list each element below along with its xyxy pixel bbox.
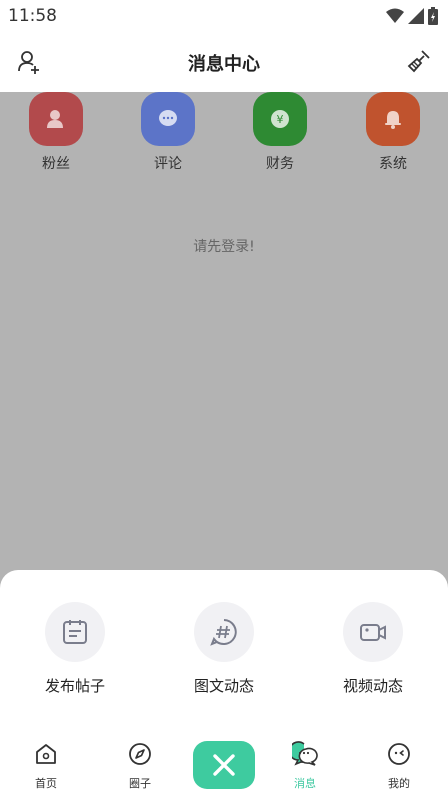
- action-circle: [194, 602, 254, 662]
- hashtag-icon: [210, 619, 237, 646]
- action-label: 视频动态: [342, 677, 403, 695]
- finance-icon: ¥: [271, 110, 289, 128]
- action-image-text[interactable]: 图文动态: [169, 602, 279, 696]
- category-label: 系统: [379, 156, 407, 172]
- category-label: 财务: [266, 156, 294, 172]
- fans-icon: [47, 110, 63, 128]
- battery-icon: [428, 7, 438, 25]
- action-video[interactable]: 视频动态: [318, 602, 428, 696]
- system-badge: [366, 92, 420, 146]
- category-label: 粉丝: [42, 156, 70, 172]
- status-time: 11:58: [8, 6, 57, 26]
- close-icon: [213, 754, 235, 776]
- category-system[interactable]: 系统: [353, 92, 433, 173]
- post-icon: [63, 620, 87, 644]
- category-finance[interactable]: ¥ 财务: [240, 92, 320, 173]
- tab-profile[interactable]: 我的: [369, 741, 429, 791]
- center-close-button[interactable]: [193, 741, 255, 789]
- profile-icon: [388, 743, 410, 765]
- message-icon: [288, 741, 318, 766]
- action-circle: [343, 602, 403, 662]
- home-icon: [36, 744, 56, 764]
- compass-icon: [129, 743, 151, 765]
- tab-messages[interactable]: 消息: [275, 741, 335, 791]
- tab-label: 圈子: [129, 777, 151, 790]
- status-bar: 11:58: [0, 0, 448, 34]
- tab-label: 消息: [294, 777, 316, 790]
- action-label: 图文动态: [193, 677, 254, 695]
- comment-badge: [141, 92, 195, 146]
- tab-home[interactable]: 首页: [16, 741, 76, 791]
- action-circle: [45, 602, 105, 662]
- svg-text:¥: ¥: [277, 113, 284, 126]
- tab-circle[interactable]: 圈子: [110, 741, 170, 791]
- login-hint: 请先登录!: [193, 239, 255, 255]
- finance-badge: ¥: [253, 92, 307, 146]
- bell-icon: [385, 111, 401, 129]
- clear-button[interactable]: [406, 48, 432, 74]
- category-fans[interactable]: 粉丝: [16, 92, 96, 173]
- tab-label: 首页: [35, 777, 57, 790]
- comment-icon: [159, 110, 177, 126]
- action-label: 发布帖子: [44, 677, 105, 695]
- category-comment[interactable]: 评论: [128, 92, 208, 173]
- signal-icon: [408, 8, 424, 24]
- broom-icon: [407, 50, 430, 73]
- status-icons: [386, 7, 438, 25]
- bottom-tab-bar: 首页 圈子 消息 我的: [0, 735, 448, 796]
- video-icon: [360, 624, 386, 641]
- category-label: 评论: [154, 156, 182, 172]
- app-header: 消息中心: [0, 34, 448, 92]
- fans-badge: [29, 92, 83, 146]
- page-title: 消息中心: [188, 54, 260, 75]
- tab-label: 我的: [388, 777, 410, 790]
- wifi-icon: [386, 8, 404, 23]
- action-publish-post[interactable]: 发布帖子: [20, 602, 130, 696]
